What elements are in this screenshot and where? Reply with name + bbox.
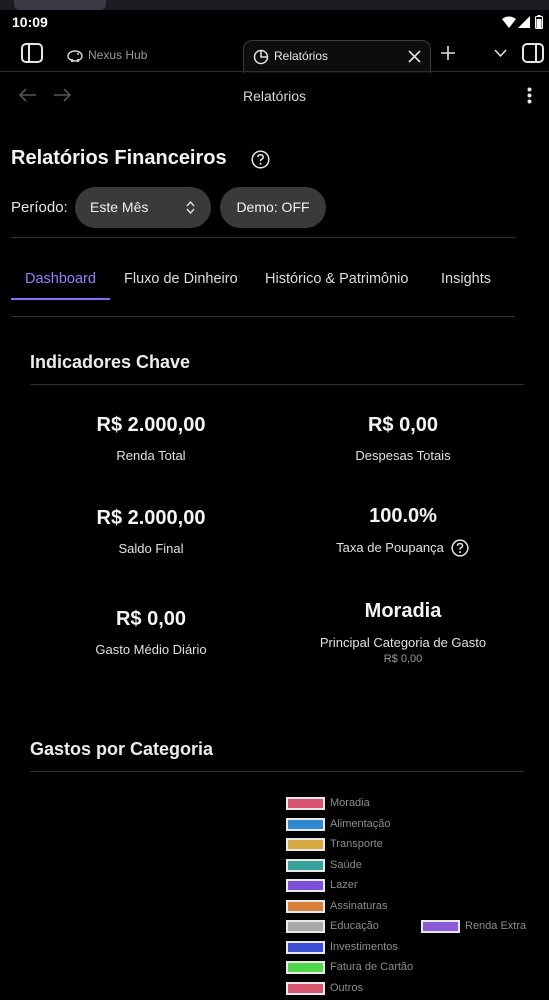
page-title: Relatórios Financeiros [11, 147, 227, 169]
metric-label: Gasto Médio Diário [95, 642, 207, 657]
legend-item[interactable]: Alimentação [286, 817, 396, 831]
demo-toggle-label: Demo: OFF [236, 199, 310, 215]
legend-label: Outros [330, 981, 364, 994]
legend-label: Investimentos [330, 940, 398, 953]
legend-item[interactable]: Transporte [286, 837, 396, 851]
metric-label: Saldo Final [118, 541, 184, 556]
report-icon [253, 49, 269, 65]
tab-overview-icon[interactable] [522, 43, 544, 63]
legend-label: Alimentação [330, 817, 391, 830]
legend-label: Transporte [330, 838, 383, 850]
status-bar: 10:09 [0, 10, 549, 38]
period-label: Período: [11, 199, 68, 216]
legend-label: Moradia [330, 797, 370, 809]
tabs-divider [11, 316, 515, 317]
sidebar-toggle-icon[interactable] [21, 43, 43, 63]
notification-preview-edge [14, 0, 106, 10]
active-tab-title: Relatórios [274, 49, 329, 63]
category-spending-title: Gastos por Categoria [30, 739, 214, 759]
metric-value: R$ 0,00 [367, 414, 439, 436]
legend-label: Assinaturas [330, 899, 388, 912]
key-indicators-rule [30, 384, 524, 385]
metric-value: Moradia [364, 600, 442, 622]
legend-item[interactable]: Saúde [286, 858, 396, 872]
category-chart: Moradia Alimentação Transporte Saúde Lazer As… [30, 780, 526, 1000]
browser-tab-active[interactable]: Relatórios [243, 40, 431, 73]
help-icon[interactable] [251, 150, 270, 169]
metric-label: Taxa de Poupança [270, 540, 510, 555]
active-tab-indicator [11, 298, 110, 300]
legend-item[interactable]: Renda Extra [421, 919, 531, 933]
legend-swatch [286, 838, 325, 851]
demo-toggle-button[interactable]: Demo: OFF [220, 187, 326, 228]
category-spending-rule [30, 771, 524, 772]
legend-swatch [286, 940, 325, 954]
metric-label: Despesas Totais [355, 448, 451, 463]
legend-swatch [286, 981, 325, 995]
legend-swatch [286, 797, 325, 810]
header-divider [11, 237, 515, 238]
more-options-icon[interactable] [527, 87, 532, 104]
status-time: 10:09 [12, 14, 48, 30]
browser-tab-inactive[interactable]: Nexus Hub [64, 44, 234, 66]
inactive-tab-title: Nexus Hub [88, 48, 148, 62]
legend-item[interactable]: Lazer [286, 878, 396, 892]
tab-history-net-worth[interactable]: Histórico & Patrimônio [265, 271, 408, 287]
legend-swatch [421, 920, 460, 933]
new-tab-icon[interactable] [441, 46, 455, 60]
signal-icon [518, 16, 530, 28]
tab-dashboard[interactable]: Dashboard [25, 271, 96, 287]
period-select[interactable]: Este Mês [75, 187, 211, 228]
metric-label: Renda Total [116, 448, 186, 463]
legend-label: Fatura de Cartão [330, 961, 414, 973]
page-title-bar: Relatórios [242, 88, 307, 104]
period-select-value: Este Mês [90, 199, 149, 215]
legend-swatch [286, 817, 325, 831]
legend-label: Educação [330, 920, 379, 932]
legend-item[interactable]: Educação [286, 919, 396, 933]
metric-subvalue: R$ 0,00 [383, 653, 423, 665]
metric-value: 100.0% [369, 505, 437, 527]
legend-item[interactable]: Investimentos [286, 940, 398, 954]
metric-value: R$ 2.000,00 [96, 414, 206, 436]
piggy-bank-icon [66, 47, 84, 63]
select-arrows-icon [186, 200, 195, 215]
legend-label: Saúde [330, 858, 362, 871]
legend-swatch [286, 961, 325, 974]
legend-item[interactable]: Fatura de Cartão [286, 960, 413, 974]
savings-rate-help-icon[interactable] [451, 539, 469, 557]
legend-swatch [286, 899, 325, 913]
legend-item[interactable]: Outros [286, 981, 396, 995]
metric-value: R$ 0,00 [115, 608, 187, 630]
legend-swatch [286, 920, 325, 933]
tab-list-chevron-icon[interactable] [494, 49, 507, 58]
key-indicators-title: Indicadores Chave [30, 352, 191, 372]
legend-item[interactable]: Moradia [286, 796, 396, 810]
metric-value: R$ 2.000,00 [96, 507, 206, 529]
tab-insights[interactable]: Insights [441, 271, 491, 287]
legend-label: Lazer [330, 879, 358, 891]
legend-swatch [286, 858, 325, 872]
close-tab-icon[interactable] [408, 50, 421, 63]
status-bar-top-edge [0, 0, 549, 10]
tab-cash-flow[interactable]: Fluxo de Dinheiro [124, 271, 238, 287]
battery-icon [535, 15, 543, 29]
legend-swatch [286, 879, 325, 892]
legend-label: Renda Extra [465, 920, 527, 932]
metric-label-text: Taxa de Poupança [336, 540, 444, 555]
wifi-icon [502, 16, 516, 28]
legend-item[interactable]: Assinaturas [286, 899, 396, 913]
metric-label: Principal Categoria de Gasto [319, 635, 487, 650]
